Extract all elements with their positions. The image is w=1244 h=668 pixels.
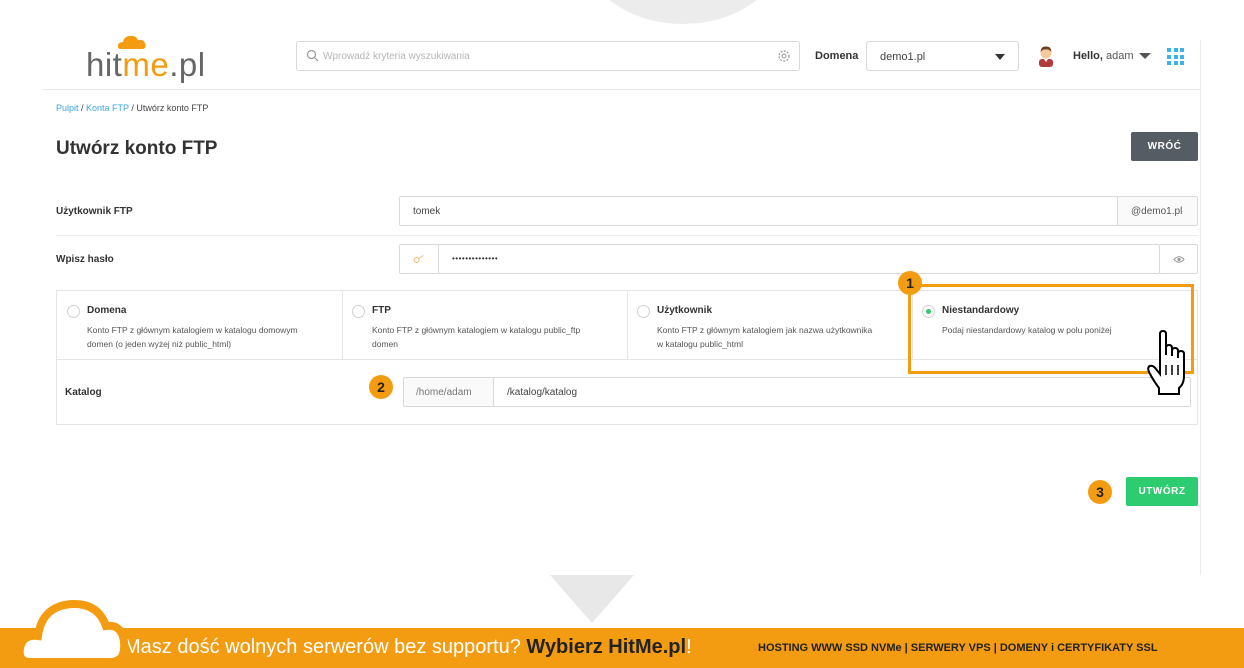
search-input[interactable]: Wprowadź kryteria wyszukiwania bbox=[296, 41, 800, 71]
banner-slogan-suffix: ! bbox=[686, 636, 692, 658]
search-icon bbox=[306, 49, 319, 62]
step-badge-3: 3 bbox=[1088, 480, 1112, 504]
promo-banner[interactable]: Masz dość wolnych serwerów bez supportu?… bbox=[0, 628, 1244, 668]
logo-text-me: me bbox=[122, 46, 170, 83]
show-password-button[interactable] bbox=[1159, 244, 1198, 274]
domain-suffix-addon: @demo1.pl bbox=[1117, 196, 1198, 226]
option-ftp[interactable]: FTP Konto FTP z głównym katalogiem w kat… bbox=[342, 291, 627, 359]
ftp-user-label: Użytkownik FTP bbox=[56, 206, 133, 217]
search-placeholder: Wprowadź kryteria wyszukiwania bbox=[323, 51, 470, 62]
gear-icon[interactable] bbox=[777, 49, 791, 63]
row-divider bbox=[56, 235, 1198, 236]
step-badge-2: 2 bbox=[369, 375, 393, 399]
option-domena-title: Domena bbox=[87, 305, 127, 316]
banner-slogan-strong: Wybierz HitMe.pl bbox=[526, 636, 687, 658]
logo-text-pl: .pl bbox=[169, 46, 206, 83]
domain-select[interactable]: demo1.pl bbox=[866, 41, 1019, 71]
logo-text-hit: hit bbox=[86, 46, 123, 83]
ftp-user-field[interactable]: tomek bbox=[399, 196, 1118, 226]
ftp-user-value: tomek bbox=[413, 206, 441, 217]
breadcrumb-konta-ftp[interactable]: Konta FTP bbox=[86, 103, 129, 113]
step-badge-1: 1 bbox=[898, 271, 922, 295]
domain-label: Domena bbox=[815, 50, 859, 62]
hand-cursor-icon bbox=[1147, 330, 1185, 395]
chevron-down-icon bbox=[995, 54, 1005, 60]
eye-icon bbox=[1173, 256, 1185, 263]
header-divider bbox=[42, 89, 1200, 90]
option-domena-desc: Konto FTP z głównym katalogiem w katalog… bbox=[87, 325, 298, 349]
radio-uzytkownik[interactable] bbox=[637, 305, 650, 318]
greeting-user: adam bbox=[1106, 50, 1134, 62]
option-uzytkownik[interactable]: Użytkownik Konto FTP z głównym katalogie… bbox=[627, 291, 912, 359]
password-mask: •••••••••••••• bbox=[452, 254, 499, 263]
top-header: hitme.pl Wprowadź kryteria wyszukiwania … bbox=[0, 0, 1244, 90]
generate-password-button[interactable] bbox=[399, 244, 439, 274]
catalog-prefix-text: /home/adam bbox=[416, 387, 472, 398]
avatar[interactable] bbox=[1037, 45, 1055, 67]
password-field[interactable]: •••••••••••••• bbox=[438, 244, 1160, 274]
page-title: Utwórz konto FTP bbox=[56, 138, 218, 159]
banner-slogan: Masz dość wolnych serwerów bez supportu?… bbox=[124, 636, 692, 659]
domain-value: demo1.pl bbox=[880, 51, 926, 63]
breadcrumb: Pulpit / Konta FTP / Utwórz konto FTP bbox=[56, 103, 208, 113]
option-ftp-desc: Konto FTP z głównym katalogiem w katalog… bbox=[372, 325, 581, 349]
radio-ftp[interactable] bbox=[352, 305, 365, 318]
catalog-value: /katalog/katalog bbox=[507, 387, 578, 398]
breadcrumb-pulpit[interactable]: Pulpit bbox=[56, 103, 79, 113]
catalog-input[interactable]: /katalog/katalog bbox=[493, 377, 1191, 407]
content-border bbox=[1200, 40, 1201, 575]
option-ftp-title: FTP bbox=[372, 305, 391, 316]
password-label: Wpisz hasło bbox=[56, 254, 114, 265]
catalog-label: Katalog bbox=[65, 387, 102, 398]
cloud-icon bbox=[16, 599, 128, 668]
banner-services: HOSTING WWW SSD NVMe | SERWERY VPS | DOM… bbox=[758, 642, 1158, 654]
banner-slogan-prefix: Masz dość wolnych serwerów bez supportu? bbox=[124, 636, 521, 658]
radio-domena[interactable] bbox=[67, 305, 80, 318]
domain-suffix-text: @demo1.pl bbox=[1131, 206, 1183, 217]
apps-grid-icon[interactable] bbox=[1167, 48, 1184, 65]
create-button[interactable]: UTWÓRZ bbox=[1126, 477, 1198, 506]
scroll-down-arrow-icon bbox=[550, 575, 634, 623]
back-button[interactable]: WRÓĆ bbox=[1131, 132, 1198, 161]
option-domena[interactable]: Domena Konto FTP z głównym katalogiem w … bbox=[57, 291, 342, 359]
logo[interactable]: hitme.pl bbox=[86, 46, 206, 84]
catalog-prefix-addon: /home/adam bbox=[403, 377, 494, 407]
key-icon bbox=[413, 255, 424, 263]
breadcrumb-current: Utwórz konto FTP bbox=[136, 103, 209, 113]
option-uzytkownik-title: Użytkownik bbox=[657, 305, 713, 316]
user-menu-caret-icon[interactable] bbox=[1139, 53, 1151, 59]
breadcrumb-sep: / bbox=[78, 103, 87, 113]
greeting-prefix: Hello, bbox=[1073, 50, 1103, 62]
user-greeting[interactable]: Hello, adam bbox=[1073, 50, 1134, 62]
option-uzytkownik-desc: Konto FTP z głównym katalogiem jak nazwa… bbox=[657, 325, 873, 349]
